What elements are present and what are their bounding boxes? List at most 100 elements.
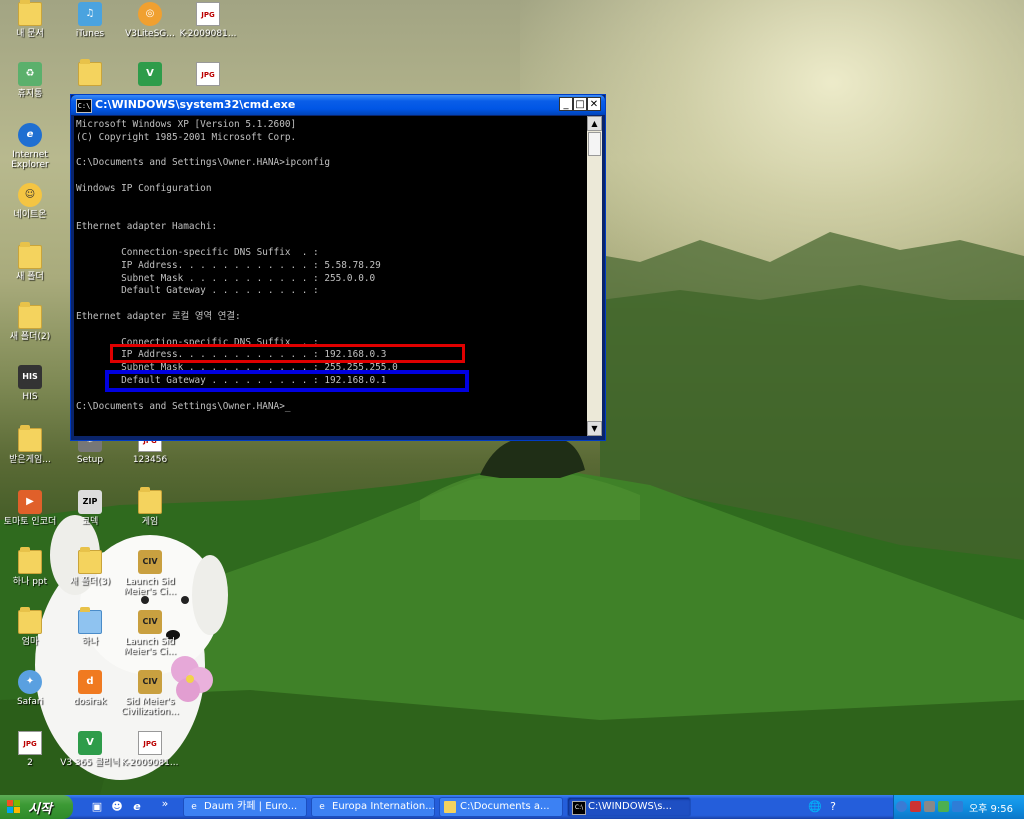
taskbar-button-label: C:\WINDOWS\s... [588, 801, 672, 812]
desktop-icon-label: 내 문서 [16, 29, 44, 39]
jpg-file-icon: JPG [138, 731, 162, 755]
desktop-icon-label: 휴지통 [17, 89, 43, 99]
messenger-icon[interactable]: ☻ [110, 800, 124, 814]
desktop-icon-label: HIS [22, 392, 38, 402]
folder-icon [444, 801, 456, 813]
v3-shortcut-icon: V [138, 62, 162, 86]
my-documents-icon [18, 0, 42, 26]
civ-icon: CIV [138, 610, 162, 634]
desktop-icon[interactable]: CIV Launch Sid Meier's Ci... [120, 610, 180, 657]
desktop-icon[interactable]: ☺ 네이트온 [0, 183, 60, 220]
cmd-window[interactable]: C:\ C:\WINDOWS\system32\cmd.exe _ □ ✕ Mi… [71, 95, 605, 440]
desktop-icon[interactable]: V [120, 62, 180, 89]
desktop-icon[interactable]: ZIP 코덱 [60, 490, 120, 527]
desktop-icon[interactable]: 새 폴더 [0, 242, 60, 282]
dosirak-icon: d [78, 670, 102, 694]
tray-expand-icon[interactable] [896, 801, 907, 812]
scroll-down-button[interactable]: ▼ [587, 421, 602, 436]
desktop-icon[interactable]: ✦ Safari [0, 670, 60, 707]
desktop-icon-label: Launch Sid Meier's Ci... [123, 637, 177, 657]
desktop-icon[interactable]: 엄마 [0, 607, 60, 647]
taskbar-button-label: Daum 카페 | Euro... [204, 801, 298, 812]
console-output[interactable]: Microsoft Windows XP [Version 5.1.2600] … [74, 116, 587, 436]
desktop-icon[interactable]: JPG K-2009081... [120, 731, 180, 768]
desktop-icon-label: V3LiteSG... [125, 29, 175, 39]
desktop-icon-label: V3 365 클리닉 [60, 758, 120, 768]
desktop-icon[interactable]: CIV Launch Sid Meier's Ci... [120, 550, 180, 597]
toma-icon: ▶ [18, 490, 42, 514]
folder-icon [18, 302, 42, 329]
desktop-icon[interactable]: 새 폴더(3) [60, 547, 120, 587]
desktop-icon[interactable] [60, 59, 120, 89]
start-button[interactable]: 시작 [0, 795, 73, 819]
window-title: C:\WINDOWS\system32\cmd.exe [95, 98, 296, 111]
v3-icon: V [78, 731, 102, 755]
taskbar-button-explorer[interactable]: C:\Documents a... [439, 797, 563, 817]
globe-icon[interactable]: 🌐 [808, 800, 822, 814]
ie-icon: e [319, 802, 325, 812]
desktop-icon-label: 하나 [81, 637, 99, 647]
desktop-icon[interactable]: 게임 [120, 487, 180, 527]
desktop-icon[interactable]: ◎ V3LiteSG... [120, 2, 180, 39]
console-line: Ethernet adapter Hamachi: [76, 221, 218, 233]
close-button[interactable]: ✕ [587, 97, 601, 111]
desktop-icon[interactable]: JPG [178, 62, 238, 89]
desktop-icon[interactable]: e Internet Explorer [0, 123, 60, 170]
desktop-icon[interactable]: CIV Sid Meier's Civilization... [120, 670, 180, 717]
desktop-icon-label: 네이트온 [13, 210, 47, 220]
taskbar-button-cmd[interactable]: C:\ C:\WINDOWS\s... [567, 797, 691, 817]
desktop-icon[interactable]: JPG K-2009081... [178, 2, 238, 39]
his-icon: HIS [18, 365, 42, 389]
desktop-icon-label: 받은게임... [9, 455, 51, 465]
clock[interactable]: 오후 9:56 [969, 800, 1013, 815]
console-line: Windows IP Configuration [76, 182, 212, 194]
taskbar-button-europa[interactable]: e Europa Internation... [311, 797, 435, 817]
folder-icon [138, 487, 162, 514]
scroll-up-button[interactable]: ▲ [587, 116, 602, 131]
show-desktop-icon[interactable]: ▣ [90, 800, 104, 814]
console-line: Ethernet adapter 로컬 영역 연결: [76, 310, 241, 322]
v3-tray-icon[interactable] [952, 801, 963, 812]
cmd-app-icon[interactable]: C:\ [76, 99, 92, 113]
minimize-button[interactable]: _ [559, 97, 573, 111]
jpg-file-icon: JPG [196, 62, 220, 86]
desktop-icon[interactable]: JPG 2 [0, 731, 60, 768]
desktop-icon[interactable]: HIS HIS [0, 365, 60, 402]
windows-logo-icon [7, 800, 20, 813]
desktop-icon[interactable]: 받은게임... [0, 425, 60, 465]
cmd-titlebar[interactable]: C:\ C:\WINDOWS\system32\cmd.exe _ □ ✕ [71, 95, 605, 115]
language-icon[interactable]: ? [826, 800, 840, 814]
cmd-icon: C:\ [572, 801, 586, 815]
desktop-icon[interactable]: 내 문서 [0, 0, 60, 39]
jpg-file-icon: JPG [196, 2, 220, 26]
default-gateway-highlight [105, 370, 469, 392]
scrollbar-thumb[interactable] [588, 132, 601, 156]
folder-icon [18, 242, 42, 269]
vertical-scrollbar[interactable]: ▲ ▼ [587, 116, 602, 436]
ie-icon[interactable]: e [130, 800, 144, 814]
tray-app-icon[interactable] [910, 801, 921, 812]
desktop-icon[interactable]: 새 폴더(2) [0, 302, 60, 342]
jpg-file-icon: JPG [18, 731, 42, 755]
desktop-icon-label: 하나 ppt [12, 577, 48, 587]
desktop-icon-label: Setup [76, 455, 104, 465]
desktop-icon[interactable]: V V3 365 클리닉 [60, 731, 120, 768]
ie-icon: e [191, 802, 197, 812]
console-line: Connection-specific DNS Suffix . : [76, 246, 319, 258]
v3-tray-icon[interactable] [938, 801, 949, 812]
maximize-button[interactable]: □ [573, 97, 587, 111]
desktop-icon[interactable]: ▶ 토마토 인코더 [0, 490, 60, 527]
desktop-icon[interactable]: d dosirak [60, 670, 120, 707]
desktop-icon[interactable]: 하나 [60, 607, 120, 647]
console-line: Subnet Mask . . . . . . . . . . . : 255.… [76, 272, 376, 284]
desktop-icon[interactable]: 하나 ppt [0, 547, 60, 587]
console-line: C:\Documents and Settings\Owner.HANA>_ [76, 400, 291, 412]
quick-launch-overflow[interactable]: » [158, 797, 172, 811]
desktop-icon-label: 게임 [141, 517, 159, 527]
desktop-icon[interactable]: ♫ iTunes [60, 2, 120, 39]
taskbar-button-daum[interactable]: e Daum 카페 | Euro... [183, 797, 307, 817]
desktop-icon[interactable]: ♻ 휴지통 [0, 62, 60, 99]
tray-network-icon[interactable] [924, 801, 935, 812]
internet-explorer-icon: e [18, 123, 42, 147]
folder-icon [78, 59, 102, 86]
